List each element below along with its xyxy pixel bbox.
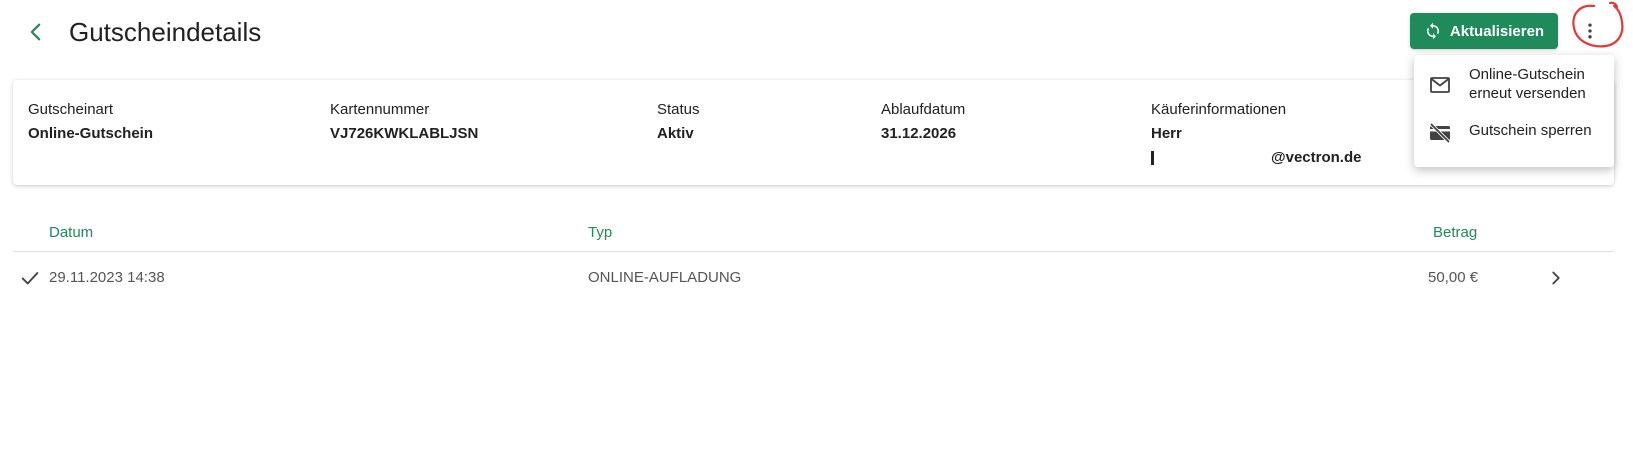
- card-number-value: VJ726KWKLABLJSN: [330, 125, 479, 142]
- table-row[interactable]: 29.11.2023 14:38 ONLINE-AUFLADUNG 50,00 …: [13, 252, 1614, 305]
- status-value: Aktiv: [657, 125, 694, 142]
- voucher-info-card: Gutscheinart Online-Gutschein Kartennumm…: [13, 80, 1614, 185]
- page-title: Gutscheindetails: [69, 17, 262, 47]
- page-header: Gutscheindetails Aktualisieren: [0, 0, 1633, 64]
- menu-item-block-label: Gutschein sperren: [1469, 122, 1592, 139]
- transactions-table: Datum Typ Betrag 29.11.2023 14:38 ONLINE…: [13, 210, 1614, 305]
- chevron-right-icon[interactable]: [1545, 267, 1567, 289]
- buyer-email: @vectron.de: [1151, 148, 1361, 168]
- menu-item-block-voucher[interactable]: Gutschein sperren: [1414, 115, 1614, 159]
- voucher-type-field: Gutscheinart Online-Gutschein: [28, 100, 153, 144]
- more-options-menu: Online-Gutschein erneut versenden Gutsch…: [1414, 55, 1614, 167]
- chevron-left-icon: [30, 23, 41, 41]
- column-header-date[interactable]: Datum: [49, 224, 93, 241]
- buyer-email-text: @vectron.de: [1271, 149, 1362, 166]
- table-header: Datum Typ Betrag: [13, 210, 1614, 252]
- menu-item-resend-line1: Online-Gutschein: [1469, 66, 1585, 83]
- card-number-field: Kartennummer VJ726KWKLABLJSN: [330, 100, 478, 144]
- buyer-field: Käuferinformationen Herr @vectron.de: [1151, 100, 1361, 168]
- menu-item-resend-label: Online-Gutschein erneut versenden: [1469, 65, 1586, 103]
- more-options-button[interactable]: [1575, 14, 1605, 48]
- redaction-mark: [1151, 151, 1154, 166]
- refresh-button-label: Aktualisieren: [1449, 22, 1545, 40]
- column-header-amount[interactable]: Betrag: [1433, 224, 1477, 241]
- expiry-label: Ablaufdatum: [881, 101, 966, 118]
- more-vert-icon: [1588, 23, 1592, 39]
- status-field: Status Aktiv: [657, 100, 700, 144]
- expiry-field: Ablaufdatum 31.12.2026: [881, 100, 965, 144]
- check-icon: [21, 272, 39, 285]
- status-label: Status: [657, 101, 700, 118]
- column-header-type[interactable]: Typ: [588, 224, 612, 241]
- row-amount: 50,00 €: [1428, 269, 1479, 286]
- buyer-label: Käuferinformationen: [1151, 101, 1287, 118]
- menu-item-resend-voucher[interactable]: Online-Gutschein erneut versenden: [1414, 55, 1614, 115]
- row-date: 29.11.2023 14:38: [49, 269, 165, 286]
- menu-item-resend-line2: erneut versenden: [1469, 85, 1586, 102]
- voucher-type-label: Gutscheinart: [28, 101, 114, 118]
- buyer-name: Herr: [1151, 125, 1182, 142]
- card-off-icon: [1429, 122, 1451, 144]
- mail-icon: [1430, 77, 1450, 93]
- card-number-label: Kartennummer: [330, 101, 430, 118]
- voucher-type-value: Online-Gutschein: [28, 125, 154, 142]
- back-button[interactable]: [18, 14, 54, 50]
- sync-icon: [1426, 22, 1439, 40]
- row-type: ONLINE-AUFLADUNG: [588, 269, 742, 286]
- refresh-button[interactable]: Aktualisieren: [1410, 13, 1558, 49]
- expiry-value: 31.12.2026: [881, 125, 957, 142]
